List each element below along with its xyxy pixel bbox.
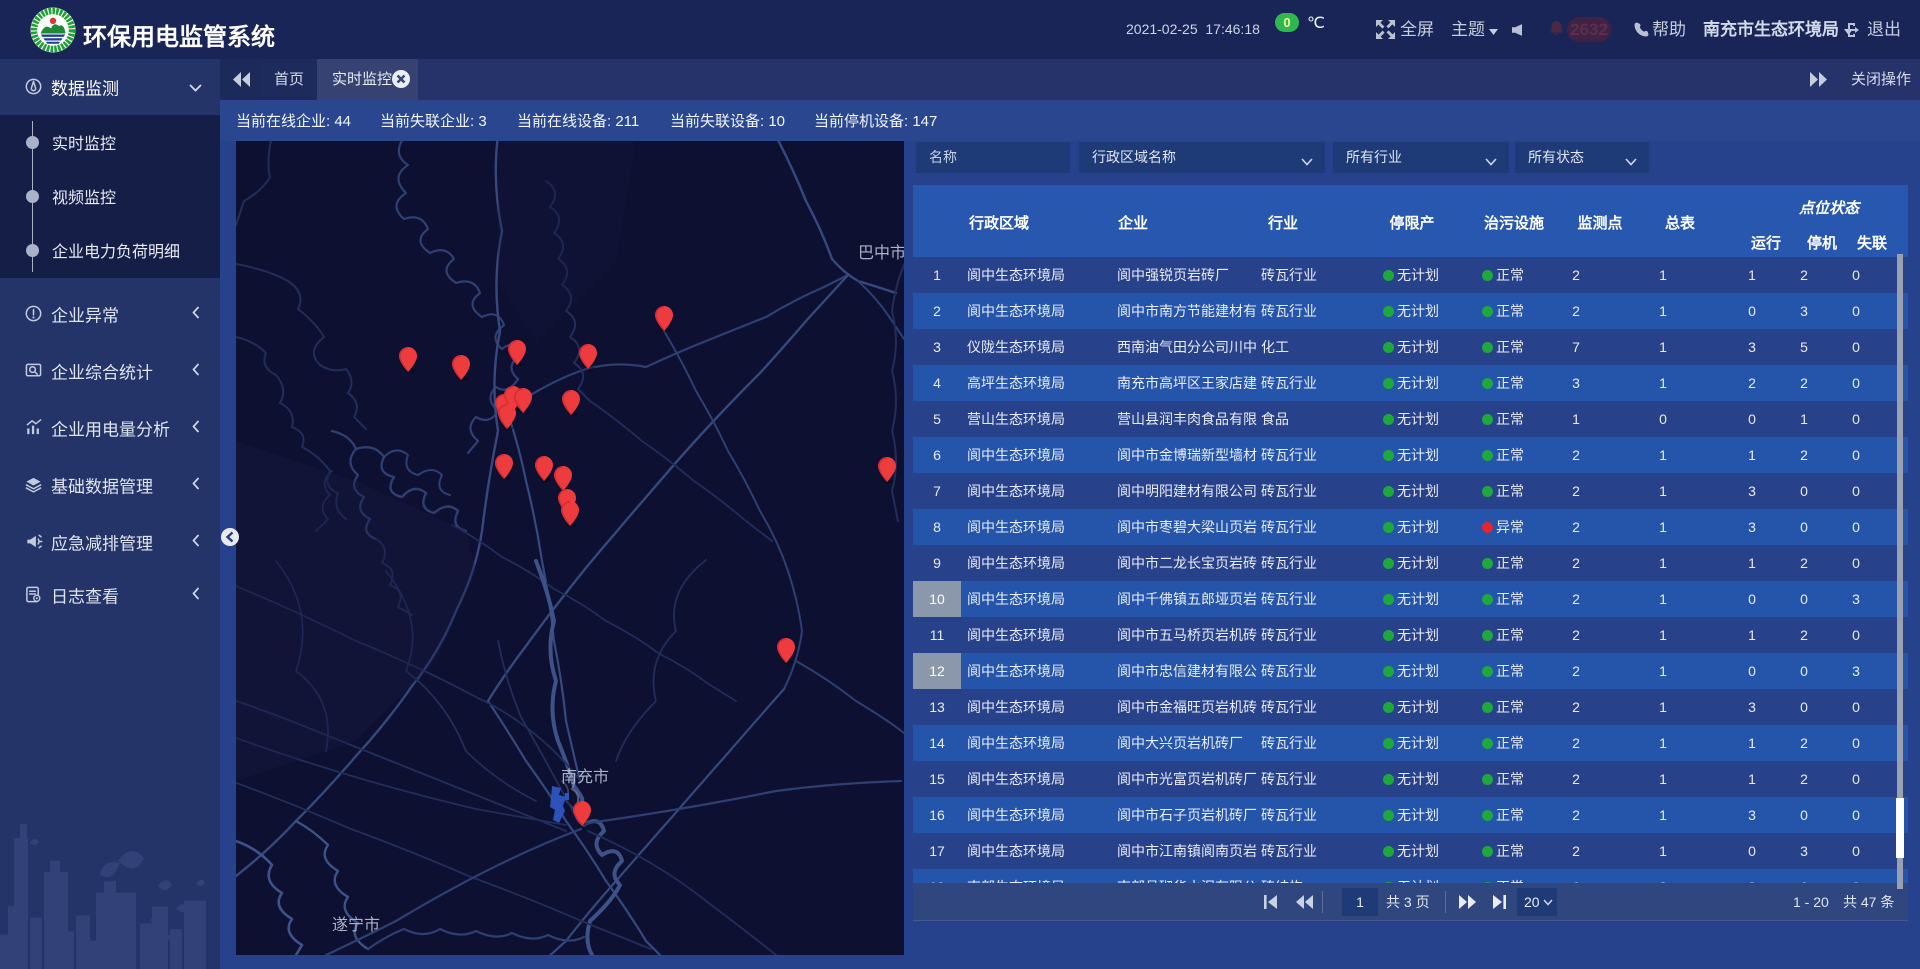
svg-text:南充市: 南充市 [561, 768, 609, 786]
svg-text:遂宁市: 遂宁市 [332, 916, 380, 934]
svg-text:巴中市: 巴中市 [858, 244, 904, 262]
